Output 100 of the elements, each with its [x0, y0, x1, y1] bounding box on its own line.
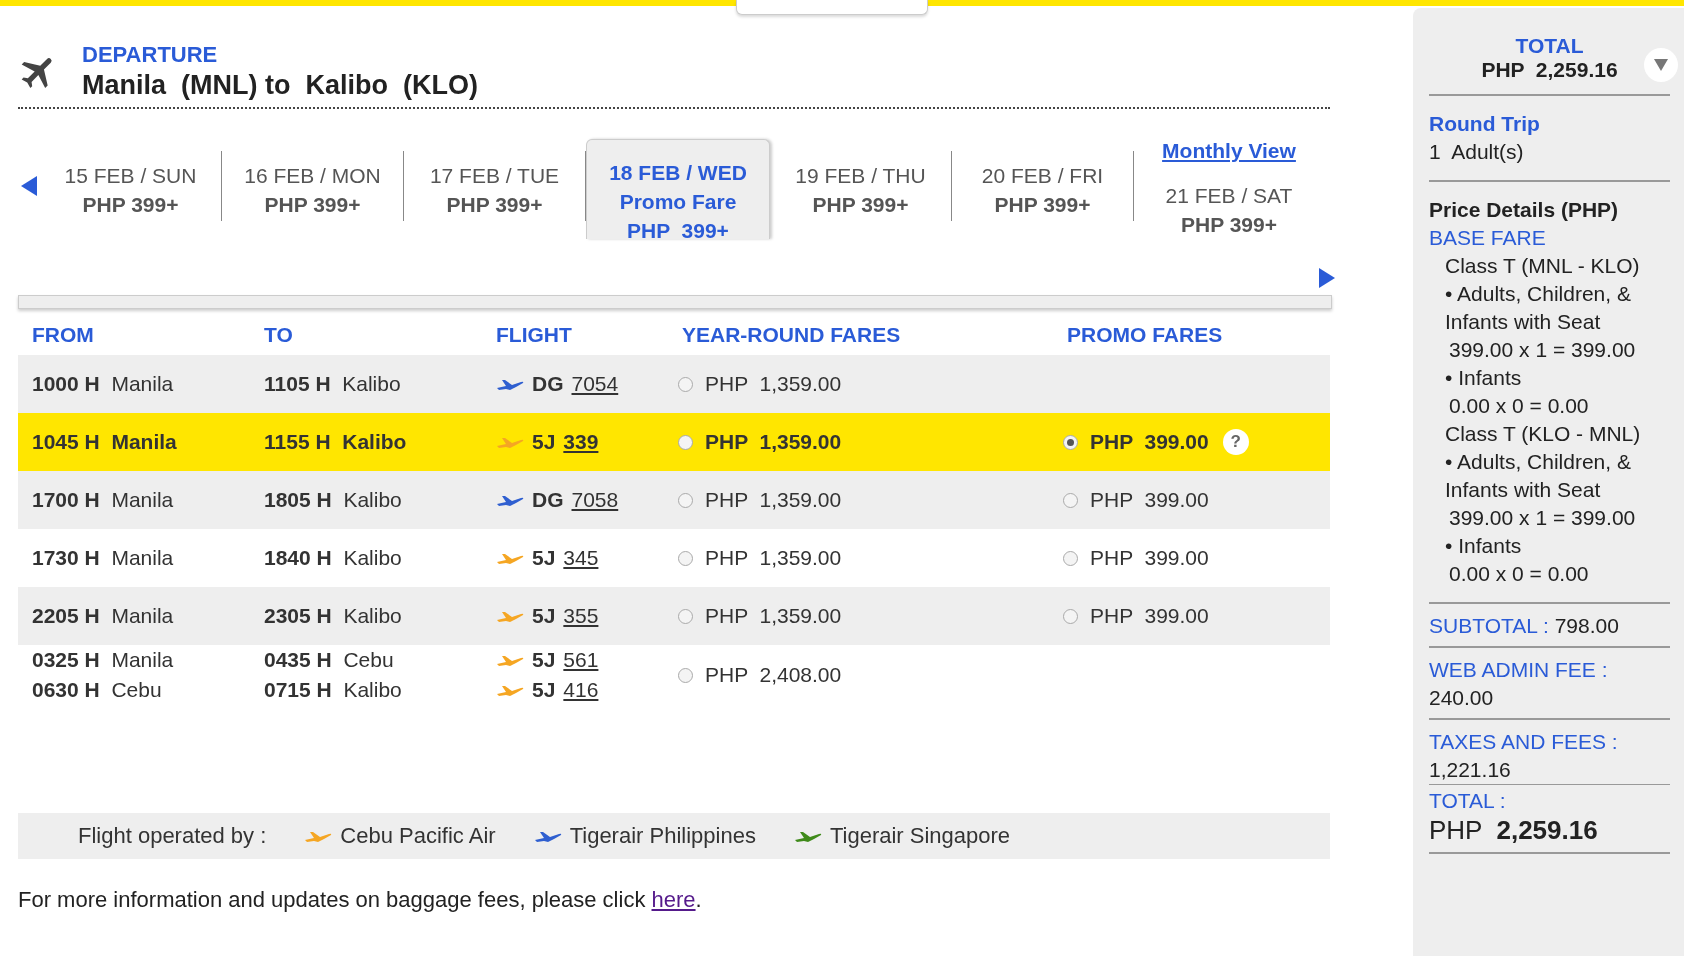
- taxes-label: TAXES AND FEES :: [1429, 729, 1619, 755]
- total-amount: PHP 2,259.16: [1481, 58, 1618, 82]
- radio-button[interactable]: [678, 434, 693, 450]
- departure-cell-text: 0630 H Cebu: [32, 677, 163, 703]
- arrival-cell-text: 2305 H Kalibo: [264, 603, 403, 629]
- flight-number-link[interactable]: 561: [563, 645, 599, 675]
- trip-type: Round Trip: [1429, 111, 1541, 137]
- total-label: TOTAL: [1515, 34, 1584, 58]
- fare-price: PHP 399.00: [1090, 487, 1209, 513]
- column-header: TO: [264, 322, 294, 348]
- date-tab[interactable]: 21 FEB / SAT PHP 399+: [1138, 171, 1320, 241]
- passenger-type: • Infants: [1444, 533, 1523, 559]
- radio-button[interactable]: [678, 608, 693, 624]
- departure-cell-text: 1700 H Manila: [32, 487, 175, 513]
- fare-price: PHP 1,359.00: [705, 603, 842, 629]
- flight-row[interactable]: 0325 H Manila 0630 H Cebu 0435 H Cebu 0715 H Kalibo 5J 561 5J 416 PHP 2,408.00: [18, 645, 1330, 705]
- carrier-code: 5J: [532, 647, 556, 673]
- legend-label: Flight operated by :: [78, 823, 267, 849]
- arrival-cell-text: 0715 H Kalibo: [264, 677, 403, 703]
- column-header: PROMO FARES: [1066, 322, 1224, 348]
- departure-cell-text: 0325 H Manila: [32, 647, 175, 673]
- carrier-code: DG: [532, 371, 564, 397]
- airline-name: Tigerair Philippines: [569, 823, 756, 849]
- arrival-cell-text: 1155 H Kalibo: [264, 429, 408, 455]
- passenger-type: • Infants: [1444, 365, 1523, 391]
- fare-calculation: 399.00 x 1 = 399.00: [1448, 337, 1637, 363]
- fare-calculation: 0.00 x 0 = 0.00: [1448, 561, 1590, 587]
- fare-class: Class T (MNL - KLO): [1444, 253, 1641, 279]
- date-tab[interactable]: 15 FEB / SUN PHP 399+: [40, 151, 222, 221]
- radio-button[interactable]: [678, 492, 693, 508]
- departure-cell-text: 1730 H Manila: [32, 545, 175, 571]
- flight-number-link[interactable]: 7054: [571, 369, 619, 399]
- fare-calculation: 399.00 x 1 = 399.00: [1448, 505, 1637, 531]
- radio-button[interactable]: [1063, 492, 1078, 508]
- admin-fee-value: 240.00: [1429, 685, 1495, 711]
- fare-class: Class T (KLO - MNL): [1444, 421, 1642, 447]
- radio-button[interactable]: [678, 550, 693, 566]
- passenger-type: • Adults, Children, & Infants with Seat: [1444, 449, 1632, 503]
- carrier-code: 5J: [532, 603, 556, 629]
- dropdown-caret-icon[interactable]: [1644, 48, 1678, 82]
- departure-cell-text: 2205 H Manila: [32, 603, 175, 629]
- subtotal-value: 798.00: [1554, 614, 1619, 637]
- flight-number-link[interactable]: 355: [563, 601, 599, 631]
- column-header: FROM: [32, 322, 95, 348]
- fare-price: PHP 1,359.00: [705, 545, 842, 571]
- radio-button[interactable]: [1063, 434, 1078, 450]
- flight-row[interactable]: 1000 H Manila 1105 H Kalibo DG 7054 PHP 1,359.00: [18, 355, 1330, 413]
- arrival-cell-text: 0435 H Cebu: [264, 647, 395, 673]
- arrival-cell-text: 1105 H Kalibo: [264, 371, 402, 397]
- admin-fee-label: WEB ADMIN FEE :: [1429, 657, 1609, 683]
- fare-price: PHP 1,359.00: [705, 429, 842, 455]
- arrival-cell-text: 1840 H Kalibo: [264, 545, 403, 571]
- flight-number-link[interactable]: 7058: [571, 485, 619, 515]
- subtotal-label: SUBTOTAL :: [1429, 614, 1549, 637]
- flight-row[interactable]: 1730 H Manila 1840 H Kalibo 5J 345 PHP 1,359.00 PHP 399.00: [18, 529, 1330, 587]
- flight-row[interactable]: 2205 H Manila 2305 H Kalibo 5J 355 PHP 1,359.00 PHP 399.00: [18, 587, 1330, 645]
- fare-calculation: 0.00 x 0 = 0.00: [1448, 393, 1590, 419]
- fare-price: PHP 399.00: [1090, 603, 1209, 629]
- baggage-note: For more information and updates on baggage fees, please click here.: [18, 887, 703, 913]
- date-tab[interactable]: 18 FEB / WED Promo Fare PHP 399+: [586, 139, 770, 239]
- carrier-code: 5J: [532, 429, 556, 455]
- grand-total-amount: 2,259.16: [1496, 815, 1598, 845]
- radio-button[interactable]: [1063, 608, 1078, 624]
- departure-cell-text: 1045 H Manila: [32, 429, 178, 455]
- fare-price: PHP 2,408.00: [705, 662, 842, 688]
- here-link[interactable]: here: [651, 887, 696, 912]
- carrier-code: 5J: [532, 545, 556, 571]
- date-tab[interactable]: 19 FEB / THU PHP 399+: [770, 151, 952, 221]
- date-tab[interactable]: 20 FEB / FRI PHP 399+: [952, 151, 1134, 221]
- carrier-code: DG: [532, 487, 564, 513]
- fare-price: PHP 1,359.00: [705, 371, 842, 397]
- price-details-title: Price Details (PHP): [1429, 197, 1620, 223]
- flight-number-link[interactable]: 339: [563, 427, 599, 457]
- passenger-type: • Adults, Children, & Infants with Seat: [1444, 281, 1632, 335]
- airline-name: Tigerair Singapore: [829, 823, 1011, 849]
- flight-row[interactable]: 1045 H Manila 1155 H Kalibo 5J 339 PHP 1,359.00 PHP 399.00 ?: [18, 413, 1330, 471]
- fare-price: PHP 399.00: [1090, 545, 1209, 571]
- column-header: YEAR-ROUND FARES: [681, 322, 902, 348]
- date-tab[interactable]: 16 FEB / MON PHP 399+: [222, 151, 404, 221]
- departure-label: DEPARTURE: [82, 42, 219, 68]
- radio-button[interactable]: [1063, 550, 1078, 566]
- monthly-view-link[interactable]: Monthly View: [1162, 139, 1296, 163]
- flight-row[interactable]: 1700 H Manila 1805 H Kalibo DG 7058 PHP 1,359.00 PHP 399.00: [18, 471, 1330, 529]
- flight-number-link[interactable]: 345: [563, 543, 599, 573]
- radio-button[interactable]: [678, 376, 693, 392]
- currency-label: PHP: [1429, 815, 1482, 845]
- radio-button[interactable]: [678, 667, 693, 683]
- departure-cell-text: 1000 H Manila: [32, 371, 175, 397]
- route-title: Manila (MNL) to Kalibo (KLO): [82, 70, 478, 101]
- airline-name: Cebu Pacific Air: [340, 823, 496, 849]
- arrival-cell-text: 1805 H Kalibo: [264, 487, 403, 513]
- carrier-code: 5J: [532, 677, 556, 703]
- base-fare-label: BASE FARE: [1429, 225, 1547, 251]
- taxes-value: 1,221.16: [1429, 757, 1512, 783]
- fare-price: PHP 399.00: [1090, 429, 1209, 455]
- flight-number-link[interactable]: 416: [563, 675, 599, 705]
- passenger-count: 1 Adult(s): [1429, 139, 1525, 165]
- column-header: FLIGHT: [496, 322, 573, 348]
- fare-price: PHP 1,359.00: [705, 487, 842, 513]
- help-badge[interactable]: ?: [1222, 429, 1249, 455]
